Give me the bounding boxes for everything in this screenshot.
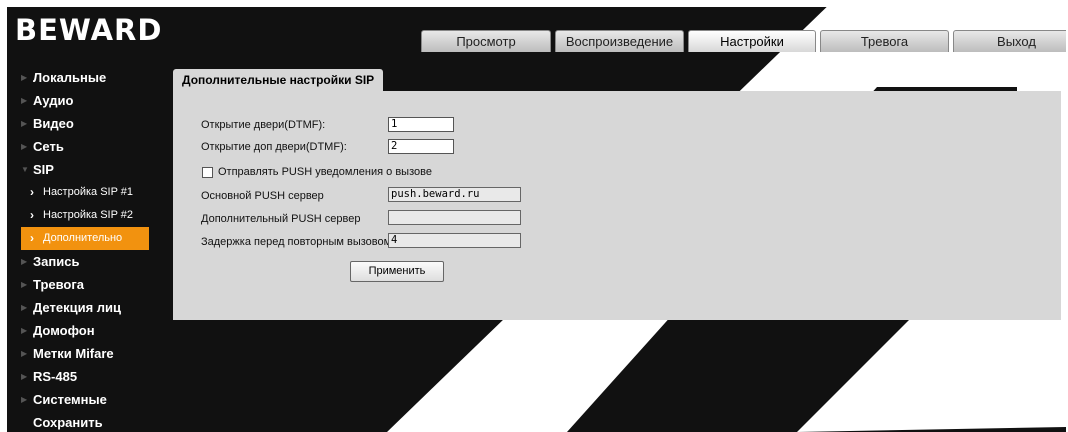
sidebar-subitem-sip-2[interactable]: › Настройка SIP #2 [7, 204, 167, 227]
arrow-right-icon: ▶ [21, 349, 28, 358]
redial-delay-input[interactable]: 4 [388, 233, 521, 248]
app-window: BEWARD Просмотр Воспроизведение Настройк… [7, 7, 1066, 432]
sidebar-item-label: SIP [33, 162, 54, 177]
extra-door-dtmf-input[interactable]: 2 [388, 139, 454, 154]
sidebar-item-network[interactable]: ▶ Сеть [7, 135, 167, 158]
arrow-right-icon: ▶ [21, 142, 28, 151]
chevron-right-icon: › [30, 185, 34, 199]
sidebar-item-mifare[interactable]: ▶ Метки Mifare [7, 342, 167, 365]
sidebar-item-intercom[interactable]: ▶ Домофон [7, 319, 167, 342]
sidebar-item-save[interactable]: Сохранить [7, 411, 167, 432]
top-tabs: Просмотр Воспроизведение Настройки Трево… [421, 30, 1066, 52]
push-checkbox-label: Отправлять PUSH уведомления о вызове [218, 166, 432, 178]
sidebar: ▶ Локальные ▶ Аудио ▶ Видео ▶ Сеть ▼ SIP › Нас… [7, 66, 167, 432]
sidebar-item-sip[interactable]: ▼ SIP [7, 158, 167, 181]
redial-delay-label: Задержка перед повторным вызовом [201, 236, 392, 248]
arrow-right-icon: ▶ [21, 303, 28, 312]
sidebar-item-rs485[interactable]: ▶ RS-485 [7, 365, 167, 388]
tab-alarm[interactable]: Тревога [820, 30, 949, 52]
sidebar-item-system[interactable]: ▶ Системные [7, 388, 167, 411]
sidebar-item-label: Видео [33, 116, 74, 131]
extra-push-server-input[interactable] [388, 210, 521, 225]
chevron-right-icon: › [30, 208, 34, 222]
sidebar-item-label: Тревога [33, 277, 85, 292]
panel-title: Дополнительные настройки SIP [173, 69, 384, 91]
tab-playback[interactable]: Воспроизведение [555, 30, 684, 52]
sidebar-item-label: Домофон [33, 323, 95, 338]
sidebar-item-label: Сохранить [33, 415, 103, 430]
arrow-right-icon: ▶ [21, 372, 28, 381]
sidebar-item-alarm[interactable]: ▶ Тревога [7, 273, 167, 296]
sidebar-item-record[interactable]: ▶ Запись [7, 250, 167, 273]
arrow-right-icon: ▶ [21, 73, 28, 82]
door-dtmf-input[interactable]: 1 [388, 117, 454, 132]
extra-push-server-label: Дополнительный PUSH сервер [201, 213, 361, 225]
sidebar-item-label: Сеть [33, 139, 64, 154]
apply-button[interactable]: Применить [350, 261, 444, 282]
arrow-right-icon: ▶ [21, 96, 28, 105]
arrow-right-icon: ▶ [21, 326, 28, 335]
sidebar-item-label: Локальные [33, 70, 107, 85]
sidebar-item-label: Системные [33, 392, 107, 407]
sidebar-subitem-additional[interactable]: › Дополнительно [21, 227, 149, 250]
sidebar-subitem-label: Настройка SIP #2 [43, 209, 134, 221]
arrow-right-icon: ▶ [21, 395, 28, 404]
arrow-right-icon: ▶ [21, 119, 28, 128]
main-push-server-input[interactable]: push.beward.ru [388, 187, 521, 202]
push-notification-checkbox[interactable] [202, 167, 213, 178]
extra-door-dtmf-label: Открытие доп двери(DTMF): [201, 141, 347, 153]
sidebar-subitem-sip-1[interactable]: › Настройка SIP #1 [7, 181, 167, 204]
sidebar-item-label: RS-485 [33, 369, 78, 384]
sidebar-item-video[interactable]: ▶ Видео [7, 112, 167, 135]
sidebar-item-audio[interactable]: ▶ Аудио [7, 89, 167, 112]
sidebar-item-label: Детекция лиц [33, 300, 122, 315]
arrow-right-icon: ▶ [21, 257, 28, 266]
sidebar-item-label: Метки Mifare [33, 346, 114, 361]
sidebar-subitem-label: Дополнительно [43, 232, 123, 244]
tab-settings[interactable]: Настройки [688, 30, 816, 52]
sidebar-item-label: Аудио [33, 93, 74, 108]
arrow-right-icon: ▶ [21, 280, 28, 289]
tab-exit[interactable]: Выход [953, 30, 1066, 52]
door-dtmf-label: Открытие двери(DTMF): [201, 119, 326, 131]
sidebar-item-local[interactable]: ▶ Локальные [7, 66, 167, 89]
sidebar-item-label: Запись [33, 254, 80, 269]
sip-additional-settings-panel: Открытие двери(DTMF): 1 Открытие доп две… [173, 91, 1061, 320]
tab-view[interactable]: Просмотр [421, 30, 551, 52]
main-push-server-label: Основной PUSH сервер [201, 190, 324, 202]
sidebar-item-face-detection[interactable]: ▶ Детекция лиц [7, 296, 167, 319]
beward-logo: BEWARD [15, 13, 163, 47]
chevron-right-icon: › [30, 231, 34, 245]
sidebar-subitem-label: Настройка SIP #1 [43, 186, 134, 198]
arrow-down-icon: ▼ [21, 165, 29, 174]
